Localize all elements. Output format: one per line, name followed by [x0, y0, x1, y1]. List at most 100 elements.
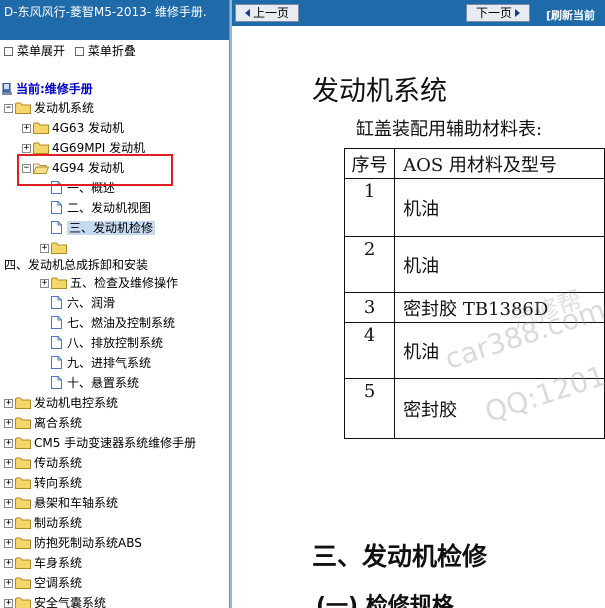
checkbox-icon [4, 47, 13, 56]
previous-page-button[interactable]: 上一页 [235, 4, 299, 22]
table-caption: 缸盖装配用辅助材料表: [356, 119, 543, 140]
collapse-icon[interactable]: − [4, 104, 13, 113]
menu-collapse-label: 菜单折叠 [87, 44, 136, 58]
next-page-button[interactable]: 下一页 [466, 4, 530, 22]
folder-icon [15, 433, 34, 453]
tree-item-label: 转向系统 [34, 476, 83, 490]
tree-item[interactable]: 四、发动机总成拆卸和安装 [4, 255, 148, 275]
folder-icon [15, 533, 34, 553]
row-number: 5 [343, 378, 396, 439]
folder-icon [51, 273, 70, 293]
expand-icon[interactable]: + [4, 419, 13, 428]
refresh-link[interactable]: [刷新当前 [546, 9, 595, 23]
document-icon [51, 293, 67, 313]
menu-collapse-button[interactable]: 菜单折叠 [71, 42, 136, 60]
expand-icon[interactable]: + [4, 599, 13, 608]
expand-icon[interactable]: + [4, 559, 13, 568]
row-number: 4 [343, 322, 396, 379]
folder-icon [15, 553, 34, 573]
tree-item-label: 空调系统 [34, 576, 83, 590]
tree-item[interactable]: 十、悬置系统 [40, 373, 139, 393]
tree-item[interactable]: + 防抱死制动系统ABS [4, 533, 142, 553]
section-heading: 三、发动机检修 [312, 542, 488, 571]
expand-icon[interactable]: + [4, 479, 13, 488]
expand-icon[interactable]: + [4, 439, 13, 448]
tree-item[interactable]: + 车身系统 [4, 553, 82, 573]
tree-item[interactable]: + 五、检查及维修操作 [40, 273, 178, 293]
tree-item[interactable]: + 转向系统 [4, 473, 82, 493]
document-heading: 发动机系统 [312, 76, 447, 107]
tree-item[interactable]: + 空调系统 [4, 573, 82, 593]
tree-item[interactable]: 三、发动机检修 [40, 218, 156, 238]
manual-title: D-东风风行-菱智M5-2013- 维修手册. [0, 0, 229, 40]
table-header-material: AOS 用材料及型号 [394, 148, 605, 179]
expand-icon[interactable]: + [4, 519, 13, 528]
expand-icon[interactable]: + [4, 579, 13, 588]
expand-icon[interactable]: + [40, 244, 49, 253]
tree-item-label: 九、进排气系统 [67, 356, 152, 370]
document-icon [51, 198, 67, 218]
current-location-label: 当前:维修手册 [16, 82, 93, 96]
tree-item-label: 防抱死制动系统ABS [34, 536, 142, 550]
tree-item[interactable]: + 离合系统 [4, 413, 82, 433]
folder-icon [33, 118, 52, 138]
folder-icon [15, 593, 34, 608]
tree-item[interactable]: 九、进排气系统 [40, 353, 151, 373]
tree-item[interactable]: + 传动系统 [4, 453, 82, 473]
folder-icon [15, 513, 34, 533]
row-number: 3 [343, 292, 396, 323]
computer-icon [2, 83, 12, 95]
arrow-right-icon [515, 9, 520, 17]
tree-item-label: 七、燃油及控制系统 [67, 316, 176, 330]
document-icon [51, 333, 67, 353]
previous-page-label: 上一页 [252, 6, 289, 20]
tree-item-label: 4G69MPI 发动机 [52, 141, 146, 155]
tree-item[interactable]: + 制动系统 [4, 513, 82, 533]
left-navigation-pane: D-东风风行-菱智M5-2013- 维修手册. 菜单展开 菜单折叠 当前:维修手… [0, 0, 229, 608]
document-icon [51, 218, 67, 238]
tree-item[interactable]: 六、润滑 [40, 293, 115, 313]
checkbox-icon [74, 47, 84, 56]
tree-item-label: 发动机系统 [34, 101, 95, 115]
tree-item[interactable]: + 发动机电控系统 [4, 393, 118, 413]
tree-item[interactable]: 二、发动机视图 [40, 198, 151, 218]
expand-icon[interactable]: + [4, 499, 13, 508]
tree-item-label: 五、检查及维修操作 [70, 276, 179, 290]
row-number: 1 [343, 178, 396, 237]
tree-item[interactable]: 七、燃油及控制系统 [40, 313, 175, 333]
folder-icon [15, 453, 34, 473]
expand-icon[interactable]: + [22, 124, 31, 133]
tree-item[interactable]: + 安全气囊系统 [4, 593, 106, 608]
folder-icon [15, 493, 34, 513]
folder-icon [15, 573, 34, 593]
tree-item[interactable]: + CM5 手动变速器系统维修手册 [4, 433, 196, 453]
folder-icon [15, 393, 34, 413]
sub-heading: (一) 检修规格 [316, 594, 454, 608]
current-location[interactable]: 当前:维修手册 [2, 80, 93, 98]
tree-item[interactable]: 八、排放控制系统 [40, 333, 163, 353]
expand-icon[interactable]: + [4, 399, 13, 408]
tree-item-label: 悬架和车轴系统 [34, 496, 119, 510]
expand-icon[interactable]: + [4, 539, 13, 548]
next-page-label: 下一页 [475, 6, 512, 20]
document-icon [51, 353, 67, 373]
tree-item[interactable]: − 发动机系统 [4, 98, 94, 118]
tree-item-label: 十、悬置系统 [67, 376, 140, 390]
tree-item-label: 三、发动机检修 [67, 221, 156, 235]
menu-expand-button[interactable]: 菜单展开 [0, 42, 65, 60]
tree-item[interactable]: + 悬架和车轴系统 [4, 493, 118, 513]
menu-bar: 菜单展开 菜单折叠 [0, 42, 136, 60]
content-pane: 上一页 下一页 [刷新当前 发动机系统 缸盖装配用辅助材料表: 序号 AOS 用… [232, 0, 605, 608]
menu-expand-label: 菜单展开 [17, 44, 66, 58]
table-header-number: 序号 [343, 148, 396, 179]
tree-item-label: 离合系统 [34, 416, 83, 430]
expand-icon[interactable]: + [4, 459, 13, 468]
expand-icon[interactable]: + [40, 279, 49, 288]
tree-item-label: 发动机电控系统 [34, 396, 119, 410]
tree-item-label: CM5 手动变速器系统维修手册 [34, 436, 197, 450]
expand-icon[interactable]: + [22, 144, 31, 153]
table-row: 1 机油 [343, 178, 605, 237]
tree-item-label: 传动系统 [34, 456, 83, 470]
tree-item[interactable]: +4G63 发动机 [22, 118, 124, 138]
tree-item-label: 六、润滑 [67, 296, 116, 310]
